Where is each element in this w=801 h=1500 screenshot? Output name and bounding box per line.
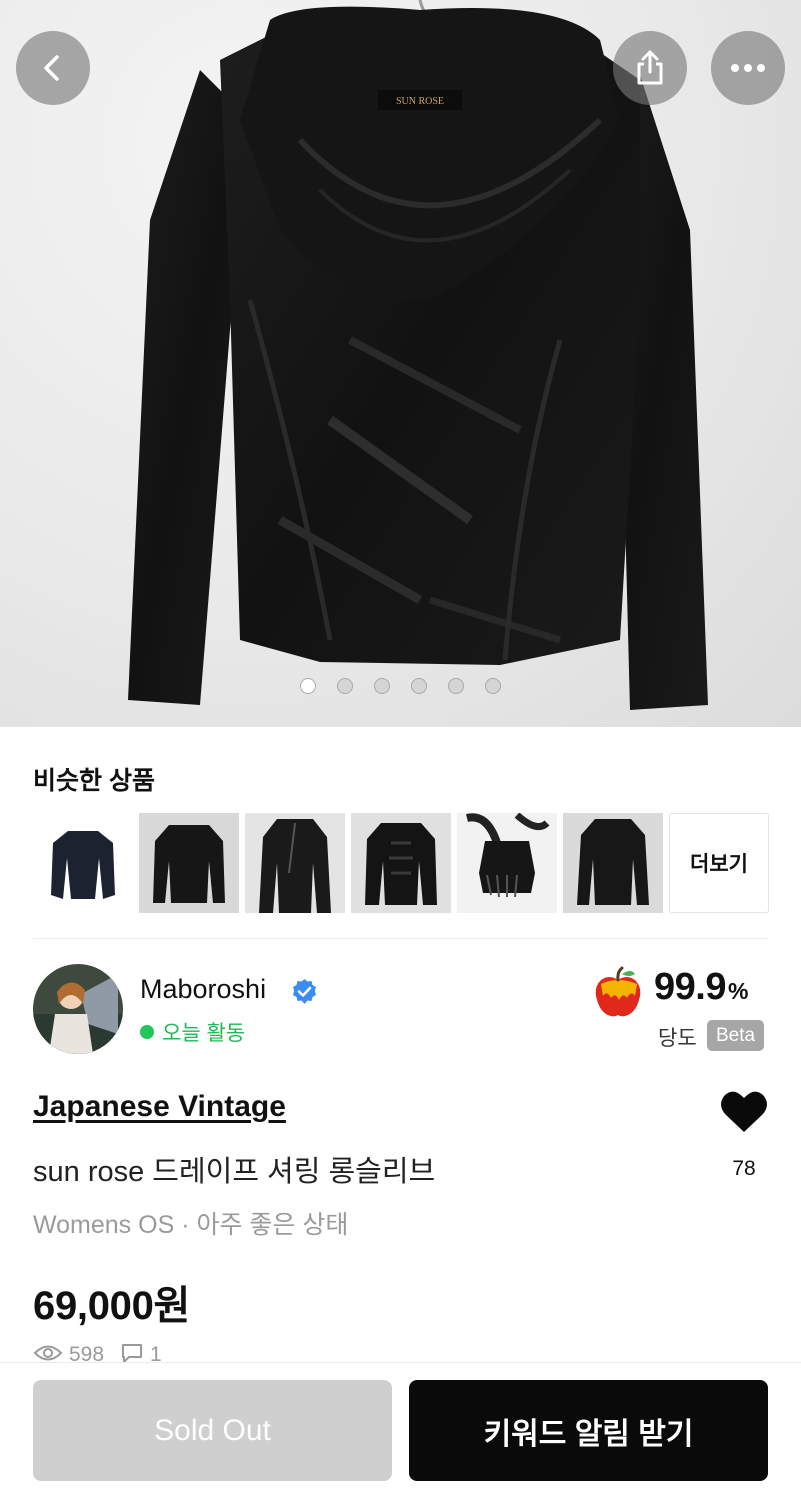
product-size-condition: Womens OS · 아주 좋은 상태 [33,1211,349,1239]
seller-name[interactable]: Maboroshi [140,974,266,1005]
shirt-thumb-image [139,813,239,913]
like-count: 78 [732,1157,756,1180]
keyword-alert-button[interactable]: 키워드 알림 받기 [409,1380,768,1481]
apple-icon [595,966,641,1017]
sold-out-button[interactable]: Sold Out [33,1380,392,1481]
similar-product-thumb[interactable] [563,813,663,913]
product-title: sun rose 드레이프 셔링 롱슬리브 [33,1156,436,1188]
activity-label: 오늘 활동 [162,1022,246,1045]
carousel-dot[interactable] [411,678,427,694]
share-icon [637,50,663,85]
comment-count: 1 [150,1343,162,1364]
comment-icon [122,1344,143,1363]
jacket-thumb-image [51,831,115,899]
leather-jacket-thumb-image [245,813,345,913]
seller-activity-status: 오늘 활동 [140,1017,245,1047]
more-horizontal-icon [731,64,765,72]
similar-products-title: 비슷한 상품 [33,767,155,795]
score-value: 99.9 [654,966,726,1008]
back-button[interactable] [16,31,90,105]
product-photo: SUN ROSE [128,0,708,710]
chevron-left-icon [44,55,59,81]
view-count: 598 [69,1343,105,1364]
similar-product-thumb[interactable] [245,813,345,913]
similar-product-thumb[interactable] [351,813,451,913]
carousel-dot[interactable] [448,678,464,694]
shop-name-link[interactable]: Japanese Vintage [33,1090,286,1124]
section-divider [33,938,768,939]
avatar-image [33,964,123,1054]
beta-badge: Beta [707,1020,765,1051]
more-options-button[interactable] [711,31,785,105]
score-label: 당도 [658,1027,697,1050]
score-unit: % [727,978,748,1004]
seller-avatar[interactable] [33,964,123,1054]
eye-icon [33,1345,63,1361]
frill-jacket-thumb-image [351,813,451,913]
similar-product-thumb[interactable] [457,813,557,913]
similar-product-thumb[interactable] [139,813,239,913]
similar-product-thumb[interactable] [33,813,133,913]
product-image-carousel[interactable]: SUN ROSE [0,0,801,727]
product-stats: 598 1 [33,1342,162,1364]
sweetness-score: 99.9% [654,966,748,1009]
product-price: 69,000원 [33,1284,191,1328]
carousel-dot[interactable] [337,678,353,694]
lace-top-thumb-image [457,813,557,913]
shirt-thumb-image [563,813,663,913]
carousel-dot[interactable] [300,678,316,694]
similar-products-list: 더보기 [33,813,769,913]
share-button[interactable] [613,31,687,105]
see-more-button[interactable]: 더보기 [669,813,769,913]
verified-badge-icon [293,979,316,1004]
heart-icon[interactable] [719,1088,769,1134]
brand-label: SUN ROSE [396,96,444,107]
carousel-indicator [0,678,801,694]
carousel-dot[interactable] [485,678,501,694]
online-dot-icon [140,1025,154,1039]
carousel-dot[interactable] [374,678,390,694]
